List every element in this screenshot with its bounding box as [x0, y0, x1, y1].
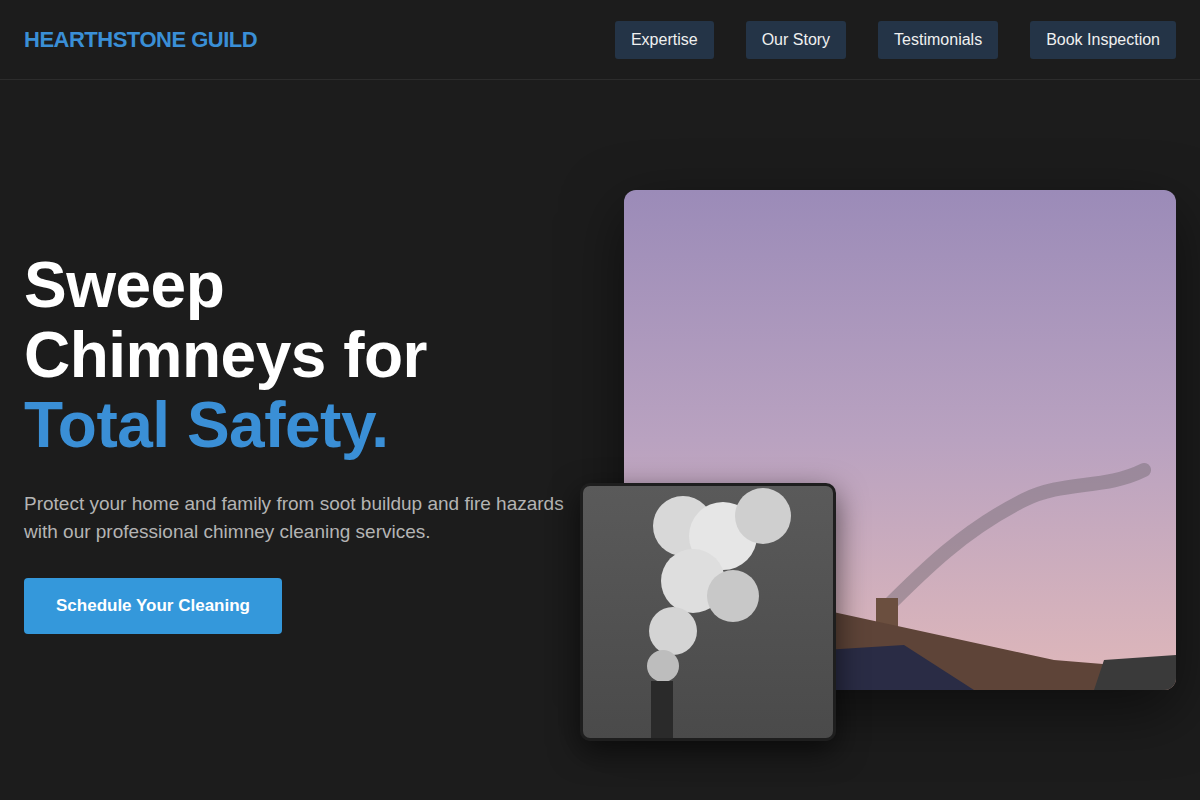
- hero: SweepChimneys forTotal Safety. Protect y…: [0, 80, 1200, 690]
- logo[interactable]: HEARTHSTONE GUILD: [24, 27, 257, 53]
- smoke-photo: [580, 483, 836, 741]
- nav-link[interactable]: Our Story: [746, 21, 846, 59]
- title-highlight: Total Safety.: [24, 390, 580, 460]
- hero-text: SweepChimneys forTotal Safety. Protect y…: [24, 190, 580, 690]
- nav-link[interactable]: Expertise: [615, 21, 714, 59]
- title-line: Sweep: [24, 250, 580, 320]
- main-nav: Expertise Our Story Testimonials Book Inspe…: [615, 21, 1176, 59]
- hero-subtitle: Protect your home and family from soot b…: [24, 490, 574, 546]
- nav-link[interactable]: Testimonials: [878, 21, 998, 59]
- hero-images: [580, 190, 1176, 690]
- title-line: Chimneys for: [24, 320, 580, 390]
- nav-link[interactable]: Book Inspection: [1030, 21, 1176, 59]
- site-header: HEARTHSTONE GUILD Expertise Our Story Test…: [0, 0, 1200, 80]
- hero-title: SweepChimneys forTotal Safety.: [24, 250, 580, 460]
- schedule-button[interactable]: Schedule Your Cleaning: [24, 578, 282, 634]
